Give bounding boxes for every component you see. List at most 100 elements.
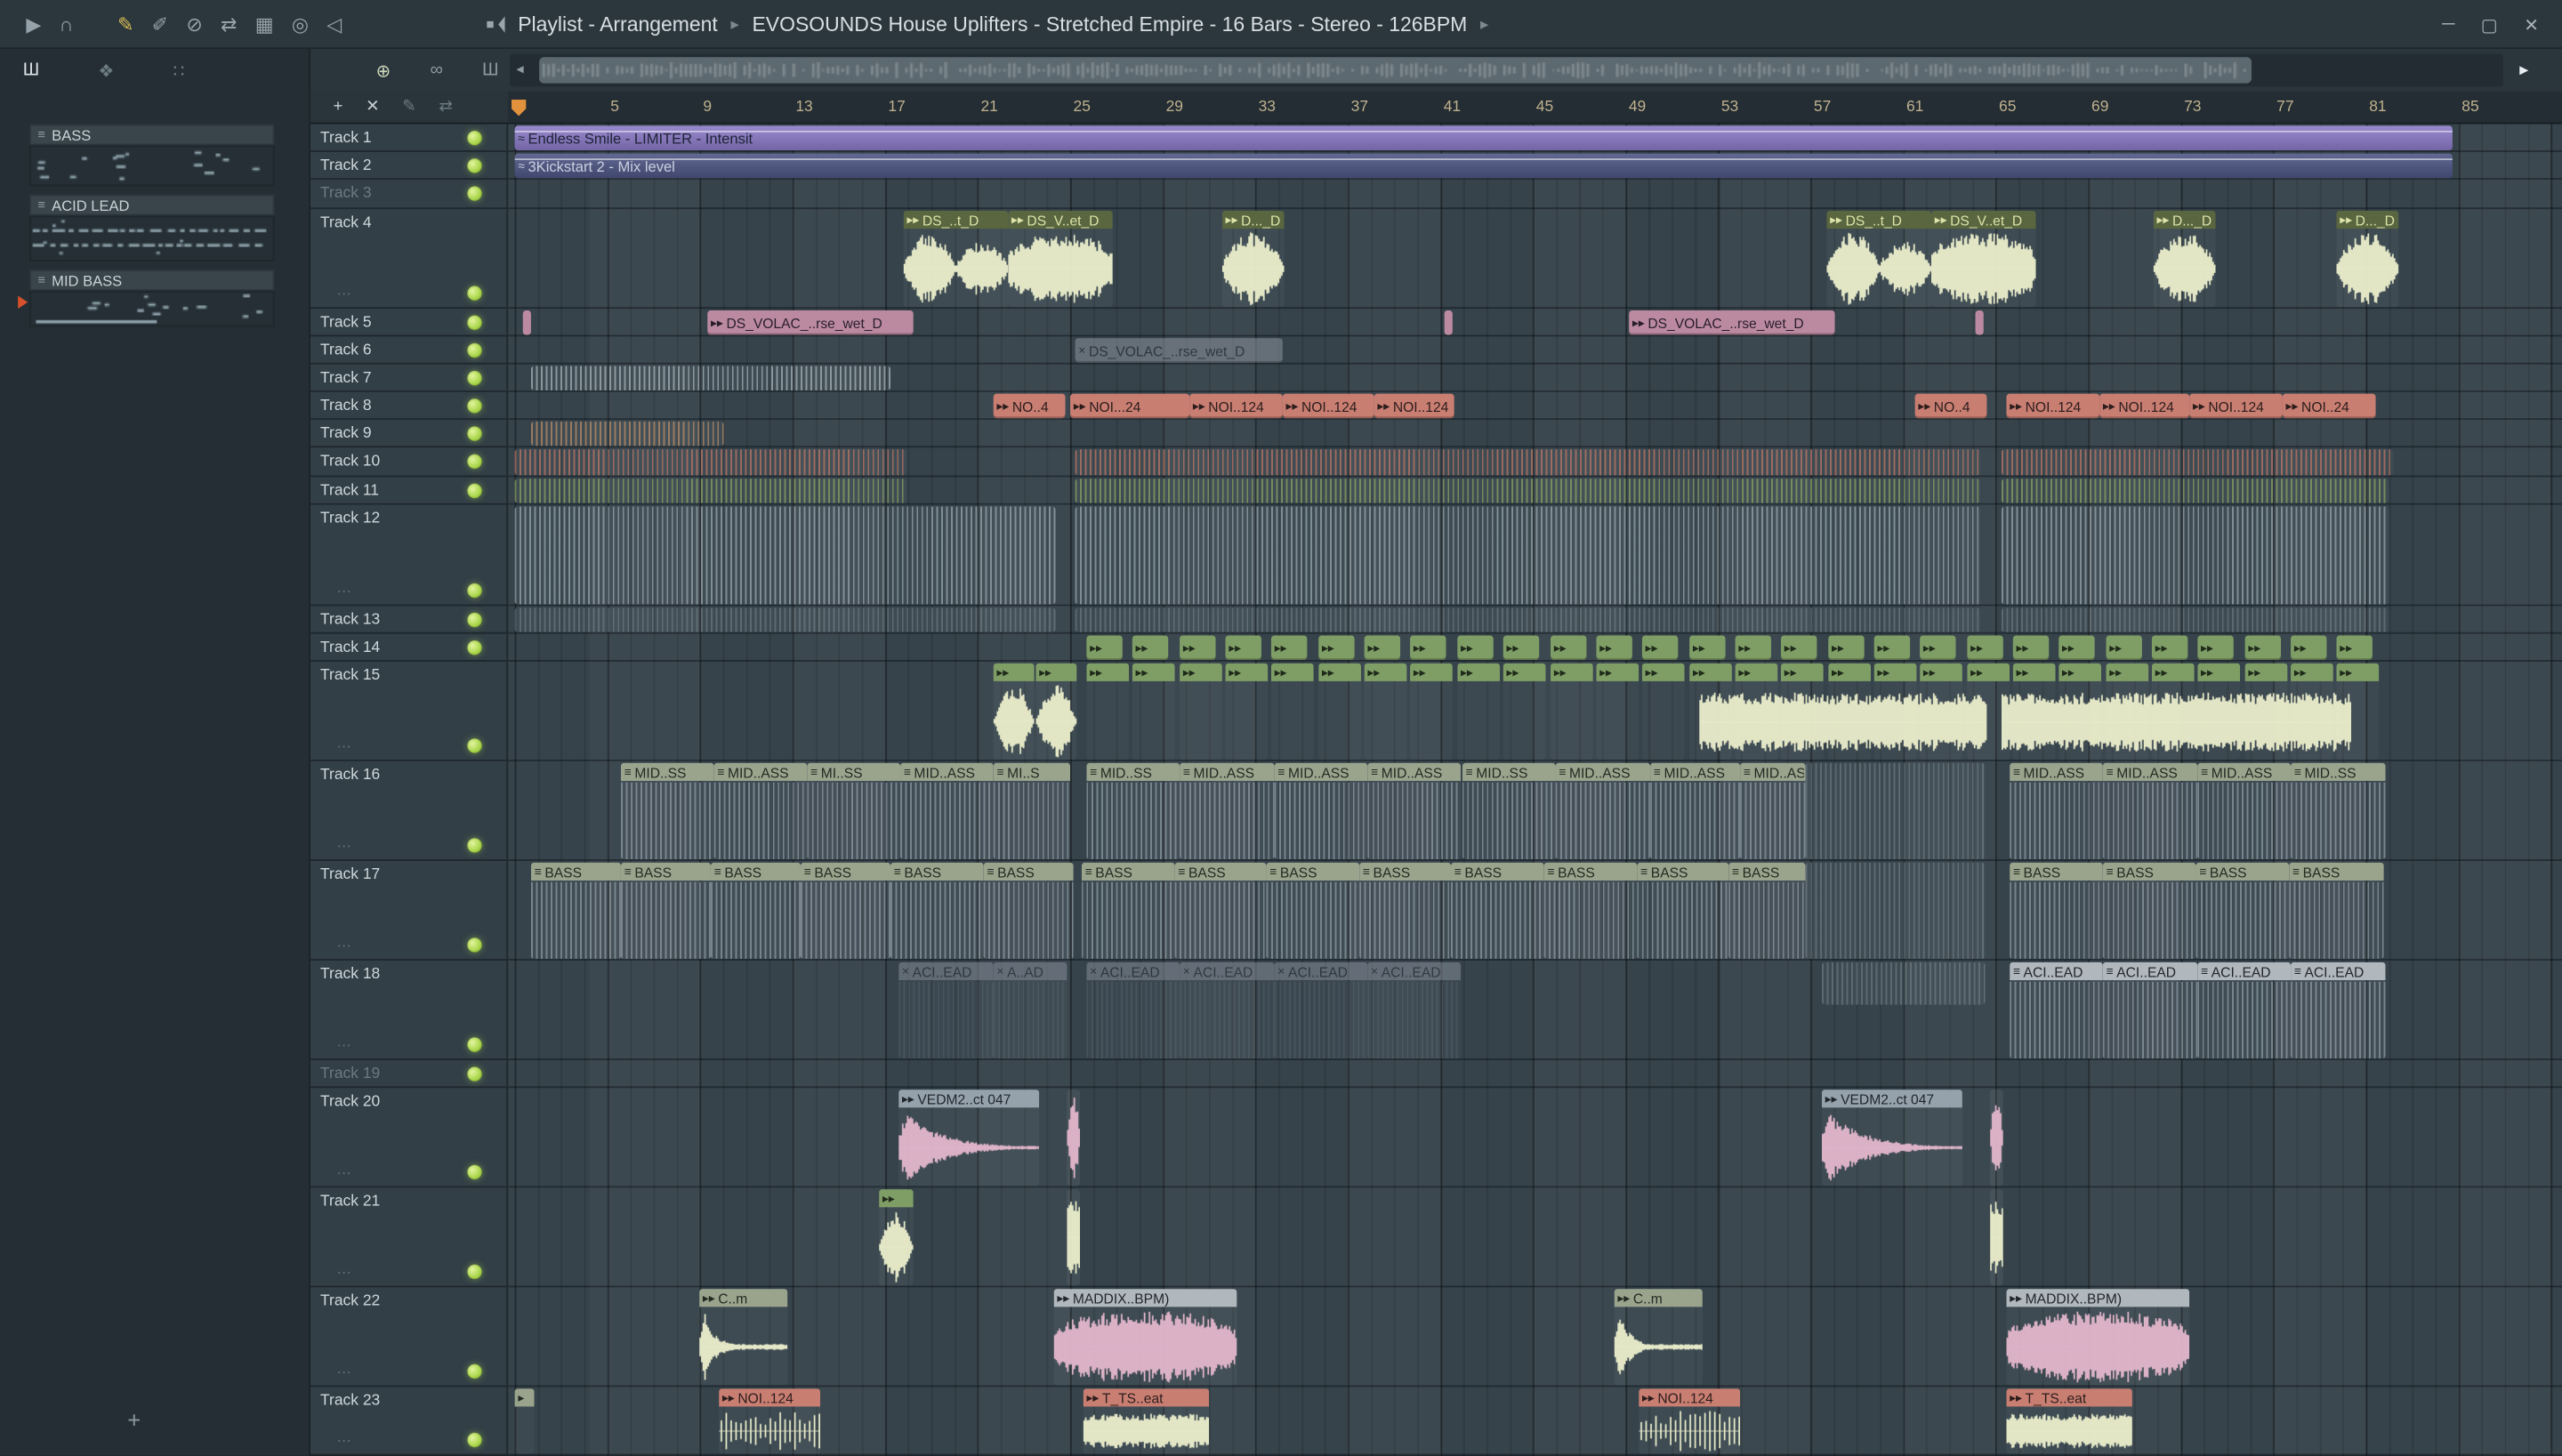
pattern-clip[interactable]: ≡ BASS bbox=[1359, 862, 1451, 960]
pattern-clip[interactable]: ≡ BASS bbox=[2195, 862, 2290, 960]
loop-record-icon[interactable]: ∩ bbox=[60, 0, 74, 49]
track-led[interactable] bbox=[467, 157, 482, 173]
mini-clip[interactable]: ▸▸ bbox=[1364, 635, 1401, 661]
timeline-label[interactable]: 9 bbox=[703, 98, 712, 116]
track-led[interactable] bbox=[467, 1066, 482, 1081]
track-name[interactable]: Track 17 bbox=[320, 865, 380, 883]
track-name[interactable]: Track 22 bbox=[320, 1292, 380, 1310]
clip[interactable]: ▸▸ NOI..124 bbox=[1189, 393, 1283, 419]
audio-clip[interactable]: ▸▸ D..._D bbox=[1221, 210, 1285, 308]
track-header-8[interactable]: Track 8 bbox=[310, 392, 507, 421]
mini-clip[interactable]: ▸▸ bbox=[1086, 635, 1123, 661]
pattern-clip[interactable]: ≡ ACI..EAD bbox=[2197, 961, 2292, 1059]
stripe-clip[interactable] bbox=[1075, 449, 1981, 476]
pattern-item-header[interactable]: ≡ MID BASS bbox=[29, 269, 275, 291]
pattern-clip[interactable]: ≡ BASS bbox=[1266, 862, 1360, 960]
pattern-clip[interactable]: ≡ MID..SS bbox=[620, 762, 714, 860]
pattern-clip[interactable]: ≡MID..ASS bbox=[1650, 762, 1741, 860]
stripe-clip[interactable] bbox=[530, 421, 724, 446]
play-icon[interactable]: ▶ bbox=[26, 0, 41, 49]
mini-clip[interactable]: ▸▸ bbox=[1457, 635, 1494, 661]
pattern-clip[interactable]: ≡ MI..S bbox=[993, 762, 1071, 860]
stripe-clip[interactable] bbox=[2001, 506, 2389, 605]
track-header-18[interactable]: Track 18 ⋯ bbox=[310, 961, 507, 1061]
clip[interactable]: ▸▸ NOI...24 bbox=[1070, 393, 1190, 419]
pattern-clip[interactable]: ≡ ACI..EAD bbox=[2102, 961, 2198, 1059]
stripe-clip[interactable] bbox=[514, 449, 907, 476]
pencil-icon[interactable]: ✎ bbox=[402, 98, 415, 116]
timeline-label[interactable]: 45 bbox=[1536, 98, 1553, 116]
cut-icon[interactable]: ✕ bbox=[366, 98, 379, 116]
track-name[interactable]: Track 9 bbox=[320, 424, 372, 442]
stripe-clip[interactable] bbox=[2001, 479, 2389, 503]
audio-clip[interactable]: ▸▸ VEDM2..ct 047 bbox=[1821, 1090, 1962, 1187]
track-name[interactable]: Track 6 bbox=[320, 341, 372, 358]
pattern-clip[interactable]: ≡MID..ASS bbox=[1555, 762, 1651, 860]
track-header-22[interactable]: Track 22 ⋯ bbox=[310, 1287, 507, 1388]
mini-clip[interactable]: ▸▸ bbox=[1225, 635, 1261, 661]
track-header-14[interactable]: Track 14 bbox=[310, 634, 507, 662]
timeline-label[interactable]: 17 bbox=[888, 98, 905, 116]
track-header-3[interactable]: Track 3 bbox=[310, 180, 507, 210]
timeline-label[interactable]: 21 bbox=[980, 98, 997, 116]
timeline-label[interactable]: 81 bbox=[2369, 98, 2386, 116]
audio-clip[interactable]: ▸▸ bbox=[993, 663, 1035, 760]
select-tool-icon[interactable]: ▦ bbox=[255, 0, 274, 49]
track-name[interactable]: Track 10 bbox=[320, 453, 380, 471]
track-led[interactable] bbox=[467, 640, 482, 655]
pattern-clip[interactable]: ≡ BASS bbox=[2102, 862, 2196, 960]
pattern-picker-icon[interactable]: Ш bbox=[23, 60, 40, 80]
pattern-clip[interactable]: ≡ BASS bbox=[1174, 862, 1267, 960]
track-led[interactable] bbox=[467, 314, 482, 330]
mini-clip[interactable]: ▸▸ bbox=[1132, 663, 1175, 760]
track-led[interactable] bbox=[467, 482, 482, 498]
clip[interactable]: ▸▸ NOI..124 bbox=[2099, 393, 2190, 419]
stripe-clip[interactable] bbox=[1805, 762, 1986, 860]
pattern-clip[interactable]: ≡ BASS bbox=[1450, 862, 1544, 960]
track-name[interactable]: Track 1 bbox=[320, 128, 372, 146]
track-name[interactable]: Track 21 bbox=[320, 1193, 380, 1211]
track-led[interactable] bbox=[467, 838, 482, 853]
mini-clip[interactable]: ▸▸ bbox=[1457, 663, 1501, 760]
clip[interactable]: ▸▸ NOI..24 bbox=[2282, 393, 2376, 419]
mini-clip[interactable]: ▸▸ bbox=[1551, 635, 1587, 661]
timeline-label[interactable]: 77 bbox=[2276, 98, 2293, 116]
track-header-15[interactable]: Track 15 ⋯ bbox=[310, 662, 507, 761]
automation-clip[interactable]: ≈ Endless Smile - LIMITER - Intensit bbox=[514, 125, 2453, 150]
scroll-left-icon[interactable]: ◂ bbox=[516, 60, 523, 78]
timeline-label[interactable]: 5 bbox=[610, 98, 619, 116]
pattern-item-mid-bass[interactable]: ≡ MID BASS bbox=[18, 269, 275, 327]
pattern-clip[interactable]: × ACI..EAD bbox=[1367, 961, 1462, 1059]
stripe-clip[interactable] bbox=[1075, 607, 1981, 632]
minimize-button[interactable]: ─ bbox=[2442, 15, 2454, 35]
track-led[interactable] bbox=[467, 1264, 482, 1280]
mini-clip[interactable]: ▸▸ bbox=[2058, 635, 2095, 661]
pattern-item-bass[interactable]: ≡ BASS bbox=[29, 124, 275, 187]
scrollbar-thumb[interactable] bbox=[539, 57, 2252, 84]
pattern-clip[interactable]: ≡ BASS bbox=[620, 862, 711, 960]
clip[interactable]: ▸▸ NO..4 bbox=[1914, 393, 1987, 419]
audio-clip[interactable]: ▸▸ T_TS..eat bbox=[1083, 1388, 1210, 1454]
timeline-label[interactable]: 33 bbox=[1259, 98, 1276, 116]
clip-sliver[interactable] bbox=[1990, 1090, 2003, 1187]
pattern-clip[interactable]: ≡MID..ASS bbox=[1180, 762, 1275, 860]
stripe-clip[interactable] bbox=[1075, 506, 1981, 605]
pattern-clip[interactable]: ≡ BASS bbox=[890, 862, 984, 960]
pattern-clip[interactable]: ≡ BASS bbox=[983, 862, 1074, 960]
audio-clip[interactable]: ▸▸ NOI..124 bbox=[1639, 1388, 1741, 1454]
pattern-clip[interactable]: ≡ ACI..EAD bbox=[2010, 961, 2103, 1059]
track-led[interactable] bbox=[467, 1037, 482, 1052]
track-name[interactable]: Track 23 bbox=[320, 1392, 380, 1410]
clip-sliver[interactable] bbox=[1444, 310, 1453, 335]
horizontal-scrollbar[interactable]: ◂ bbox=[510, 53, 2503, 87]
paint-tool-icon[interactable]: ✐ bbox=[152, 0, 168, 49]
pattern-clip[interactable]: ≡MID..ASS bbox=[1740, 762, 1806, 860]
audio-clip[interactable]: ▸▸ bbox=[1035, 663, 1077, 760]
clip[interactable]: ▸▸ DS_VOLAC_..rse_wet_D bbox=[707, 310, 914, 335]
pattern-clip[interactable]: ≡ MI..SS bbox=[807, 762, 901, 860]
stripe-clip[interactable] bbox=[1075, 479, 1981, 503]
audio-clip[interactable]: ▸▸ D..._D bbox=[2336, 210, 2399, 308]
close-button[interactable]: ✕ bbox=[2524, 14, 2539, 35]
track-led[interactable] bbox=[467, 130, 482, 145]
track-name[interactable]: Track 20 bbox=[320, 1093, 380, 1111]
